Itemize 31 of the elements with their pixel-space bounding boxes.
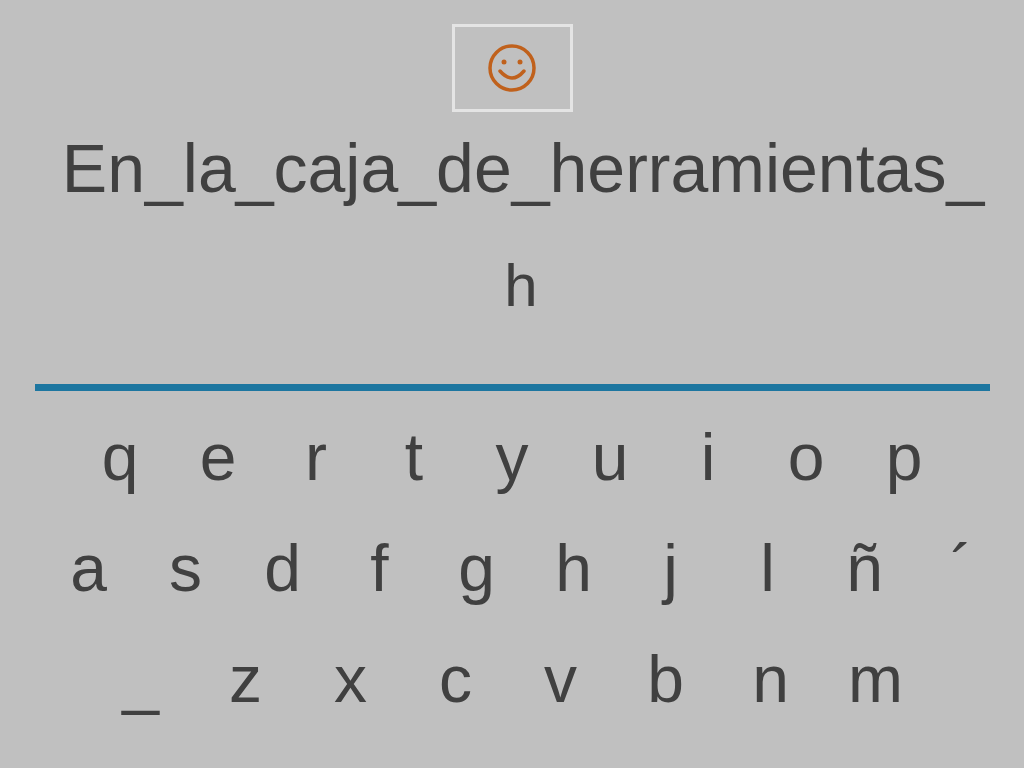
key-button[interactable]: j — [622, 527, 719, 608]
key-button[interactable]: m — [823, 638, 928, 719]
key-button[interactable]: p — [855, 416, 953, 497]
key-button[interactable]: u — [561, 416, 659, 497]
key-button[interactable]: i — [659, 416, 757, 497]
smiley-button[interactable] — [451, 24, 573, 112]
smiley-icon — [487, 43, 537, 93]
key-button[interactable]: r — [267, 416, 365, 497]
key-button[interactable]: e — [169, 416, 267, 497]
key-button[interactable]: z — [193, 638, 298, 719]
key-button[interactable]: s — [137, 527, 234, 608]
key-button[interactable]: h — [525, 527, 622, 608]
key-button[interactable]: q — [71, 416, 169, 497]
key-button[interactable]: d — [234, 527, 331, 608]
key-button[interactable]: v — [508, 638, 613, 719]
key-button[interactable]: t — [365, 416, 463, 497]
key-button[interactable]: n — [718, 638, 823, 719]
key-button[interactable]: a — [40, 527, 137, 608]
key-button[interactable]: f — [331, 527, 428, 608]
sentence-text: En_la_caja_de_herramientas_ — [61, 132, 985, 204]
answer-text: h — [504, 251, 538, 321]
key-button[interactable]: ´ — [913, 527, 1010, 608]
key-button[interactable]: o — [757, 416, 855, 497]
key-button[interactable]: l — [719, 527, 816, 608]
key-button[interactable]: c — [403, 638, 508, 719]
key-button[interactable]: ñ — [816, 527, 913, 608]
key-button[interactable]: _ — [88, 638, 193, 719]
key-button[interactable]: g — [428, 527, 525, 608]
key-button[interactable]: y — [463, 416, 561, 497]
key-button[interactable]: x — [298, 638, 403, 719]
key-button[interactable]: b — [613, 638, 718, 719]
